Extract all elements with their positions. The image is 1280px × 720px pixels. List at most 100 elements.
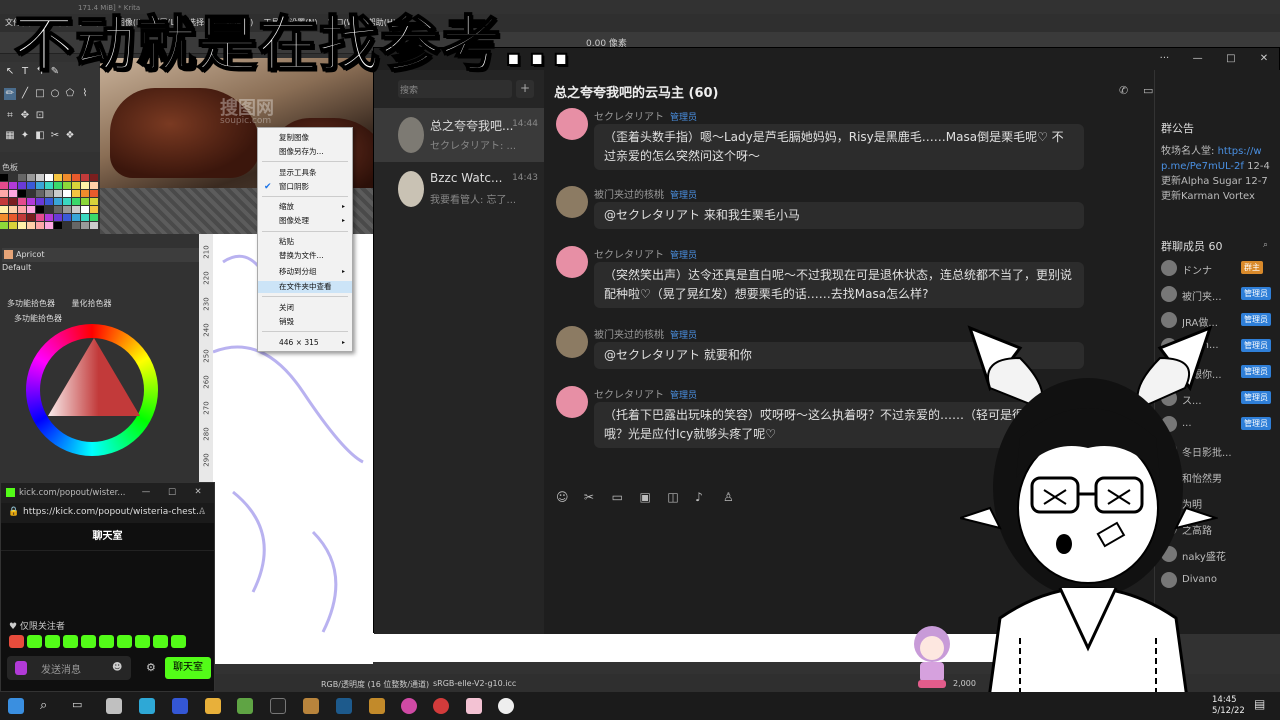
chart-app-icon[interactable] xyxy=(172,698,188,714)
context-menu-item[interactable]: 在文件夹中查看 xyxy=(258,281,352,293)
group-notice-title[interactable]: 群公告 xyxy=(1161,120,1194,136)
palette-swatch[interactable] xyxy=(54,174,62,181)
gradient-tool-icon[interactable]: ▦ xyxy=(4,130,16,142)
task-view-icon[interactable]: ▭ xyxy=(72,698,88,714)
palette-swatch[interactable] xyxy=(63,222,71,229)
palette-swatch[interactable] xyxy=(63,182,71,189)
palette-swatch[interactable] xyxy=(27,198,35,205)
maximize-icon[interactable]: □ xyxy=(159,487,185,497)
emote-icon[interactable] xyxy=(45,635,60,648)
palette-swatch[interactable] xyxy=(63,174,71,181)
palette-swatch[interactable] xyxy=(36,182,44,189)
palette-swatch[interactable] xyxy=(36,206,44,213)
palette-swatch[interactable] xyxy=(81,206,89,213)
folder-icon[interactable]: ▭ xyxy=(612,490,636,504)
fill-tool-icon[interactable]: ◧ xyxy=(34,130,46,142)
qq-icon[interactable] xyxy=(498,698,514,714)
emote-icon[interactable] xyxy=(171,635,186,648)
emote-icon[interactable] xyxy=(153,635,168,648)
palette-swatch[interactable] xyxy=(45,190,53,197)
context-menu-item[interactable]: 图像处理 ▸ xyxy=(258,215,352,227)
palette-swatch[interactable] xyxy=(18,174,26,181)
avatar[interactable] xyxy=(556,326,588,358)
conversation-item[interactable]: 总之夸夸我吧... 14:44 セクレタリアト: ... xyxy=(374,108,544,162)
context-menu-item[interactable]: 关闭 xyxy=(258,302,352,314)
smart-patch-icon[interactable]: ✂ xyxy=(49,130,61,142)
palette-swatch[interactable] xyxy=(45,214,53,221)
search-icon[interactable]: ⌕ xyxy=(40,698,56,714)
gear-icon[interactable]: ⚙ xyxy=(146,661,156,674)
mic-icon[interactable]: ♪ xyxy=(695,490,719,504)
palette-swatch[interactable] xyxy=(18,190,26,197)
context-menu-item[interactable]: 窗口阴影 ✔ xyxy=(258,181,352,193)
palette-swatch[interactable] xyxy=(27,174,35,181)
terminal-icon[interactable] xyxy=(270,698,286,714)
palette-swatch[interactable] xyxy=(9,182,17,189)
krita-icon[interactable] xyxy=(401,698,417,714)
palette-swatch[interactable] xyxy=(72,222,80,229)
game-icon[interactable] xyxy=(303,698,319,714)
close-icon[interactable]: ✕ xyxy=(1249,48,1279,70)
emote-icon[interactable] xyxy=(99,635,114,648)
tab-advanced-color-selector[interactable]: 多功能拾色器 xyxy=(0,297,62,310)
color-palette[interactable] xyxy=(0,174,98,230)
line-tool-icon[interactable]: ╱ xyxy=(19,88,31,100)
conversation-item[interactable]: Bzzc Watc... 14:43 我要看管人: 忘了... xyxy=(374,162,544,216)
context-menu-item[interactable]: 446 × 315 ▸ xyxy=(258,337,352,349)
palette-swatch[interactable] xyxy=(9,222,17,229)
polygon-tool-icon[interactable]: ⬠ xyxy=(64,88,76,100)
palette-swatch[interactable] xyxy=(81,182,89,189)
palette-swatch[interactable] xyxy=(54,222,62,229)
avatar[interactable] xyxy=(556,108,588,140)
more-icon[interactable]: ··· xyxy=(1149,48,1179,70)
edge-icon[interactable] xyxy=(139,698,155,714)
palette-swatch[interactable] xyxy=(9,174,17,181)
palette-swatch[interactable] xyxy=(9,206,17,213)
windows-start-icon[interactable] xyxy=(8,698,24,714)
member-item[interactable]: 被门夹... 管理员 xyxy=(1161,286,1280,304)
image-icon[interactable]: ▣ xyxy=(639,490,663,504)
palette-swatch[interactable] xyxy=(90,206,98,213)
palette-swatch[interactable] xyxy=(36,222,44,229)
member-item[interactable]: ドンナ 群主 xyxy=(1161,260,1280,278)
context-menu-item[interactable]: 缩放 ▸ xyxy=(258,201,352,213)
emote-icon[interactable] xyxy=(9,635,24,648)
palette-swatch[interactable] xyxy=(36,174,44,181)
emote-icon[interactable] xyxy=(27,635,42,648)
context-menu-item[interactable]: 移动到分组 ▸ xyxy=(258,266,352,278)
bezier-tool-icon[interactable]: ⌇ xyxy=(79,88,91,100)
search-icon[interactable]: ⌕ xyxy=(1263,240,1268,250)
notification-icon[interactable]: ▤ xyxy=(1254,697,1265,711)
palette-swatch[interactable] xyxy=(36,198,44,205)
palette-swatch[interactable] xyxy=(9,190,17,197)
palette-swatch[interactable] xyxy=(54,206,62,213)
assistant-tool-icon[interactable]: ❖ xyxy=(64,130,76,142)
settings-icon[interactable] xyxy=(106,698,122,714)
palette-swatch[interactable] xyxy=(45,182,53,189)
transform-tool-icon[interactable]: ⊡ xyxy=(34,110,46,122)
brush-tool-icon[interactable]: ✏ xyxy=(4,88,16,100)
tab-quantized-color-selector[interactable]: 量化拾色器 xyxy=(65,297,119,310)
palette-swatch[interactable] xyxy=(81,222,89,229)
palette-swatch[interactable] xyxy=(0,174,8,181)
palette-swatch[interactable] xyxy=(54,190,62,197)
palette-swatch[interactable] xyxy=(45,174,53,181)
context-menu-item[interactable]: 图像另存为... xyxy=(258,146,352,158)
avatar[interactable] xyxy=(556,246,588,278)
palette-swatch[interactable] xyxy=(90,214,98,221)
sender-name[interactable]: 被门夹过的核桃 xyxy=(594,190,664,201)
sticker-icon[interactable]: ◫ xyxy=(667,490,691,504)
palette-swatch[interactable] xyxy=(0,190,8,197)
palette-swatch[interactable] xyxy=(81,198,89,205)
palette-swatch[interactable] xyxy=(36,214,44,221)
ellipse-tool-icon[interactable]: ○ xyxy=(49,88,61,100)
brush-preset-name[interactable]: Apricot xyxy=(2,248,212,262)
palette-swatch[interactable] xyxy=(72,214,80,221)
emoji-icon[interactable]: ☺ xyxy=(556,490,580,504)
maximize-icon[interactable]: □ xyxy=(1216,48,1246,70)
palette-swatch[interactable] xyxy=(27,206,35,213)
palette-swatch[interactable] xyxy=(90,190,98,197)
palette-swatch[interactable] xyxy=(18,222,26,229)
context-menu-item[interactable]: 显示工具条 xyxy=(258,167,352,179)
palette-swatch[interactable] xyxy=(72,174,80,181)
